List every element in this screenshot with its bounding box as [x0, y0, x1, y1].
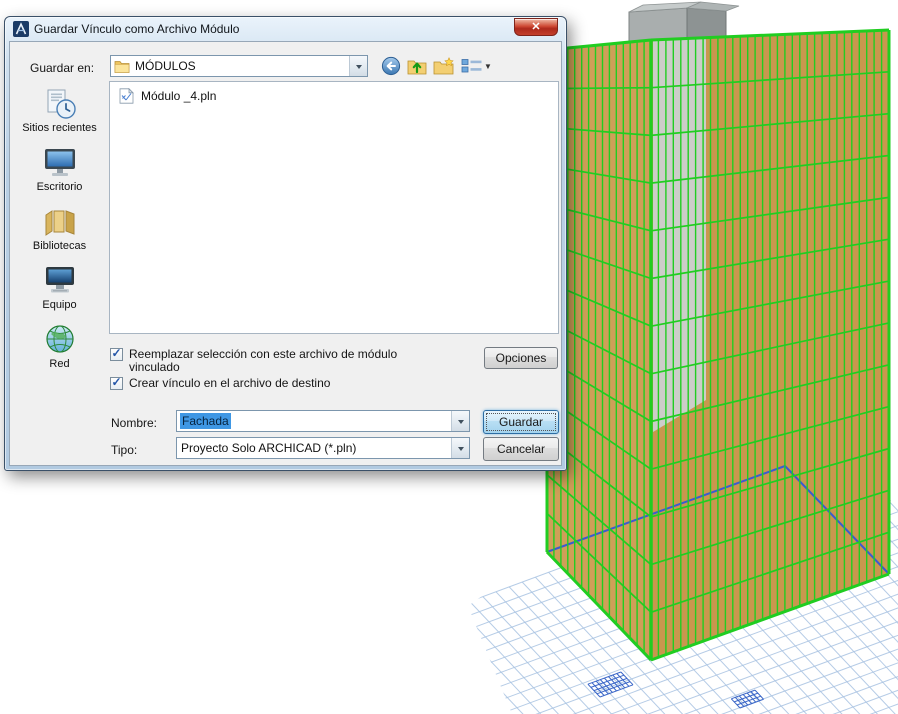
sidebar-item-libraries[interactable]: Bibliotecas [13, 205, 107, 255]
save-link-as-module-dialog: Guardar Vínculo como Archivo Módulo ✕ Gu… [4, 16, 567, 471]
dialog-title: Guardar Vínculo como Archivo Módulo [34, 22, 240, 36]
file-type-dropdown-arrow-icon[interactable] [451, 438, 469, 458]
file-type-dropdown[interactable]: Proyecto Solo ARCHICAD (*.pln) [176, 437, 470, 459]
save-button[interactable]: Guardar [483, 410, 559, 434]
computer-icon [45, 267, 74, 293]
replace-selection-checkbox[interactable]: ✓ [110, 346, 123, 361]
location-combobox[interactable]: MÓDULOS [110, 55, 368, 77]
location-value: MÓDULOS [135, 59, 196, 73]
filename-dropdown-arrow-icon[interactable] [451, 411, 469, 431]
up-folder-icon [407, 60, 427, 75]
create-link-row: ✓ Crear vínculo en el archivo de destino [110, 375, 330, 390]
name-label: Nombre: [111, 416, 158, 430]
views-icon [461, 59, 482, 73]
navigation-buttons: ▼ [380, 55, 493, 77]
replace-selection-row: ✓ Reemplazar selección con este archivo … [110, 346, 411, 374]
folder-icon [114, 59, 130, 73]
archicad-dialog-icon [13, 21, 29, 37]
close-icon: ✕ [531, 21, 541, 33]
recent-places-icon [47, 89, 76, 119]
dialog-titlebar[interactable]: Guardar Vínculo como Archivo Módulo ✕ [5, 17, 566, 41]
sidebar-item-desktop[interactable]: Escritorio [13, 146, 107, 196]
filename-input[interactable]: Fachada [176, 410, 470, 432]
sidebar-item-network[interactable]: Red [13, 323, 107, 373]
file-name: Módulo _4.pln [141, 89, 217, 103]
create-link-label[interactable]: Crear vínculo en el archivo de destino [129, 377, 330, 390]
cancel-button[interactable]: Cancelar [483, 437, 559, 461]
location-dropdown-arrow-icon[interactable] [349, 56, 367, 76]
dialog-content: Guardar en: MÓDULOS ▼ Sitios recientes E… [9, 41, 562, 466]
pln-file-icon [119, 88, 134, 104]
options-button[interactable]: Opciones [484, 347, 558, 369]
new-folder-button[interactable] [432, 56, 456, 76]
filename-selected-text: Fachada [180, 413, 231, 429]
type-label: Tipo: [111, 443, 138, 457]
sidebar-item-computer[interactable]: Equipo [13, 264, 107, 314]
check-icon: ✓ [111, 375, 122, 389]
create-link-checkbox[interactable]: ✓ [110, 375, 123, 390]
file-list-area[interactable]: Módulo _4.pln [109, 81, 559, 334]
views-button[interactable]: ▼ [460, 56, 493, 76]
check-icon: ✓ [111, 346, 122, 360]
file-type-value: Proyecto Solo ARCHICAD (*.pln) [181, 441, 357, 455]
network-icon [45, 325, 74, 353]
places-bar: Sitios recientes Escritorio Bibliotecas [10, 78, 109, 373]
views-dropdown-arrow-icon: ▼ [484, 61, 492, 71]
new-folder-icon [433, 57, 454, 75]
close-button[interactable]: ✕ [514, 18, 558, 36]
up-one-level-button[interactable] [406, 56, 428, 76]
save-in-label: Guardar en: [30, 61, 95, 75]
desktop-icon [44, 149, 75, 176]
sidebar-item-recent-places[interactable]: Sitios recientes [13, 87, 107, 137]
back-icon [381, 56, 401, 76]
back-button[interactable] [380, 55, 402, 77]
libraries-icon [45, 210, 74, 236]
file-item[interactable]: Módulo _4.pln [110, 82, 225, 110]
replace-selection-label[interactable]: Reemplazar selección con este archivo de… [129, 348, 411, 374]
